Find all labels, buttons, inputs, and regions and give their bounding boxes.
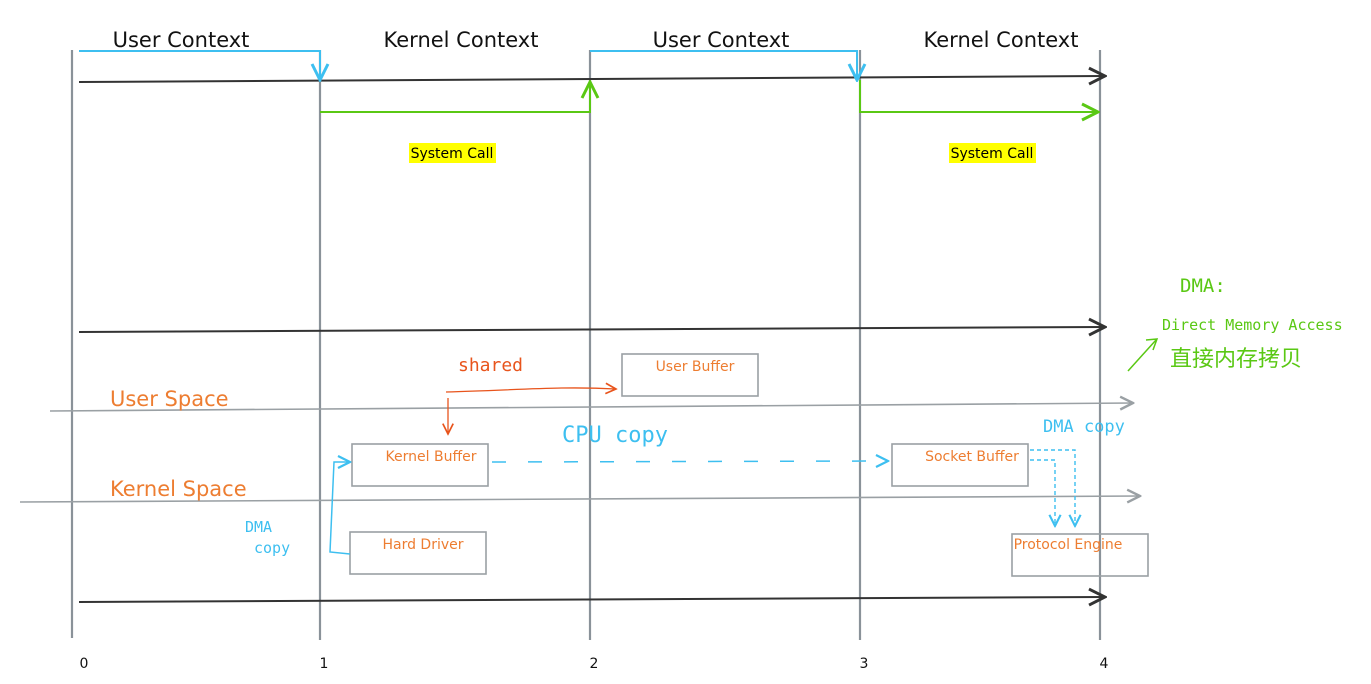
- kernel-buffer-label: Kernel Buffer: [386, 449, 477, 465]
- timeline-arrow-bottom: [78, 597, 1105, 602]
- dma-copy-right-arrow: [1030, 449, 1075, 526]
- tick-label: 2: [590, 656, 599, 672]
- context-label: User Context: [113, 28, 250, 52]
- context-switch-diagram: User Context Kernel Context User Context…: [19, 28, 1343, 672]
- context-label: User Context: [653, 28, 790, 52]
- timeline-arrow-top: [78, 76, 1105, 82]
- hard-driver-label: Hard Driver: [382, 537, 463, 553]
- dma-note-title: DMA:: [1180, 275, 1226, 297]
- cpu-copy-arrow: [491, 461, 888, 462]
- shared-annotation: shared: [458, 355, 523, 376]
- system-call-path-1: [320, 82, 590, 113]
- user-buffer-label: User Buffer: [656, 359, 735, 375]
- kernel-space-label: Kernel Space: [110, 477, 247, 501]
- context-label: Kernel Context: [384, 28, 539, 52]
- context-label: Kernel Context: [924, 28, 1079, 52]
- dma-copy-left-annotation: copy: [254, 539, 290, 557]
- tick-label: 3: [860, 656, 869, 672]
- user-context-bracket-1: [79, 50, 320, 80]
- dma-copy-right-annotation: DMA copy: [1043, 417, 1125, 437]
- tick-label: 1: [320, 656, 329, 672]
- time-gridlines: [70, 50, 1102, 640]
- protocol-engine-label: Protocol Engine: [1014, 537, 1123, 553]
- timeline-arrow-middle: [78, 327, 1105, 332]
- tick-label: 4: [1100, 656, 1109, 672]
- dma-note-full: Direct Memory Access: [1162, 316, 1343, 334]
- dma-note-arrow: [1127, 338, 1159, 372]
- system-call-path-2: [859, 80, 1098, 112]
- system-call-label: System Call: [951, 146, 1034, 162]
- user-space-label: User Space: [110, 387, 229, 411]
- user-context-bracket-2: [590, 50, 857, 80]
- dma-note-chinese: 直接内存拷贝: [1170, 347, 1302, 372]
- cpu-copy-annotation: CPU copy: [562, 423, 668, 448]
- tick-label: 0: [80, 656, 89, 672]
- system-call-label: System Call: [411, 146, 494, 162]
- socket-buffer-label: Socket Buffer: [925, 449, 1019, 465]
- dma-copy-right-arrow: [1030, 459, 1055, 526]
- dma-copy-left-annotation: DMA: [245, 518, 272, 536]
- dma-copy-left-arrow: [329, 462, 350, 555]
